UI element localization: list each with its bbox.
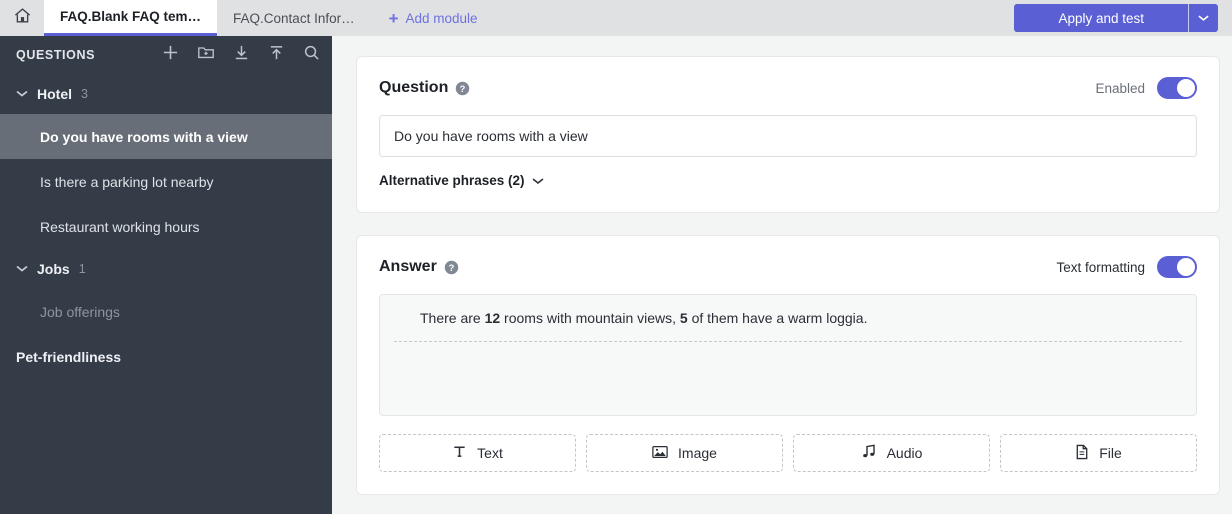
tab-faq-blank-faq-template[interactable]: FAQ.Blank FAQ tem… [44,0,218,36]
sidebar-group-hotel[interactable]: Hotel 3 [0,74,332,114]
add-text-button[interactable]: Text [379,434,576,472]
add-audio-button[interactable]: Audio [793,434,990,472]
new-folder-icon[interactable] [197,44,215,66]
chevron-down-icon [16,260,28,278]
questions-sidebar: QUESTIONS Hotel 3 Do you have rooms with… [0,36,332,514]
chevron-down-icon [16,85,28,103]
question-card-header: Question ? Enabled [379,77,1197,99]
attachment-label: Audio [886,445,923,461]
chevron-down-icon [532,173,544,188]
apply-and-test-dropdown-button[interactable] [1188,4,1218,32]
apply-and-test-group: Apply and test [1014,4,1218,32]
sidebar-group-jobs[interactable]: Jobs 1 [0,249,332,289]
sidebar-title: QUESTIONS [16,48,96,62]
group-label: Hotel [37,86,72,102]
enabled-label: Enabled [1095,80,1145,96]
tab-label: FAQ.Contact Infor… [233,10,355,26]
image-icon [652,445,668,462]
answer-text-bold-2: 5 [679,310,688,326]
question-title: Question [379,79,449,96]
top-bar: FAQ.Blank FAQ tem… FAQ.Contact Infor… + … [0,0,1232,36]
answer-title: Answer [379,258,437,275]
plus-icon: + [388,8,399,28]
sidebar-item-job-offerings[interactable]: Job offerings [0,289,332,334]
answer-divider [394,341,1182,342]
apply-and-test-button[interactable]: Apply and test [1014,4,1188,32]
svg-text:?: ? [460,83,466,93]
add-module-label: Add module [405,10,478,26]
attachment-label: Image [678,445,717,461]
add-icon[interactable] [162,44,179,66]
alternative-phrases-label: Alternative phrases (2) [379,173,525,188]
text-formatting-toggle[interactable] [1157,256,1197,278]
audio-icon [861,444,877,462]
text-formatting-group: Text formatting [1056,256,1197,278]
home-icon [13,6,32,30]
answer-text-part-3: of them have a warm loggia. [687,310,868,326]
list-item-label: Job offerings [40,303,120,320]
group-count: 3 [81,87,88,101]
sidebar-item-is-there-a-parking-lot-nearby[interactable]: Is there a parking lot nearby [0,159,332,204]
answer-text-part-2: rooms with mountain views, [500,310,680,326]
attachment-buttons: Text Image Audio File [379,434,1197,472]
sidebar-item-restaurant-working-hours[interactable]: Restaurant working hours [0,204,332,249]
upload-icon[interactable] [268,44,285,66]
home-button[interactable] [0,0,44,36]
answer-text: There are 12 rooms with mountain views, … [420,309,1180,328]
main-content: Question ? Enabled Do you have rooms wit… [332,36,1232,514]
svg-text:?: ? [448,262,454,272]
tab-label: FAQ.Blank FAQ tem… [60,9,202,24]
answer-editor[interactable]: There are 12 rooms with mountain views, … [379,294,1197,416]
help-circle-icon[interactable]: ? [444,260,459,275]
toggle-knob [1177,79,1195,97]
toggle-knob [1177,258,1195,276]
chevron-down-icon [1198,14,1209,22]
app-window: FAQ.Blank FAQ tem… FAQ.Contact Infor… + … [0,0,1232,514]
group-count: 1 [78,262,86,276]
list-item-label: Is there a parking lot nearby [40,173,214,190]
download-icon[interactable] [233,44,250,66]
question-card: Question ? Enabled Do you have rooms wit… [356,56,1220,213]
alternative-phrases-toggle[interactable]: Alternative phrases (2) [379,173,544,188]
answer-card: Answer ? Text formatting There are 12 ro… [356,235,1220,495]
body: QUESTIONS Hotel 3 Do you have rooms with… [0,36,1232,514]
text-icon [452,444,467,462]
add-file-button[interactable]: File [1000,434,1197,472]
sidebar-toolbar [162,44,320,66]
sidebar-item-pet-friendliness[interactable]: Pet-friendliness [0,334,332,379]
tab-faq-contact-information[interactable]: FAQ.Contact Infor… [217,0,371,36]
answer-card-header: Answer ? Text formatting [379,256,1197,278]
attachment-label: Text [477,445,503,461]
text-formatting-label: Text formatting [1056,259,1145,275]
list-item-label: Restaurant working hours [40,218,200,235]
search-icon[interactable] [303,44,320,66]
answer-text-part-1: There are [420,310,485,326]
add-module-button[interactable]: + Add module [371,0,496,36]
enabled-toggle[interactable] [1157,77,1197,99]
question-enabled-group: Enabled [1095,77,1197,99]
question-input[interactable] [379,115,1197,157]
help-circle-icon[interactable]: ? [455,81,470,96]
list-item-label: Pet-friendliness [16,348,122,365]
answer-text-bold-1: 12 [484,310,501,326]
attachment-label: File [1099,445,1122,461]
list-item-label: Do you have rooms with a view [40,128,248,145]
sidebar-item-do-you-have-rooms-with-a-view[interactable]: Do you have rooms with a view [0,114,332,159]
add-image-button[interactable]: Image [586,434,783,472]
sidebar-header: QUESTIONS [0,36,332,74]
group-label: Jobs [37,261,70,277]
file-icon [1075,444,1089,463]
